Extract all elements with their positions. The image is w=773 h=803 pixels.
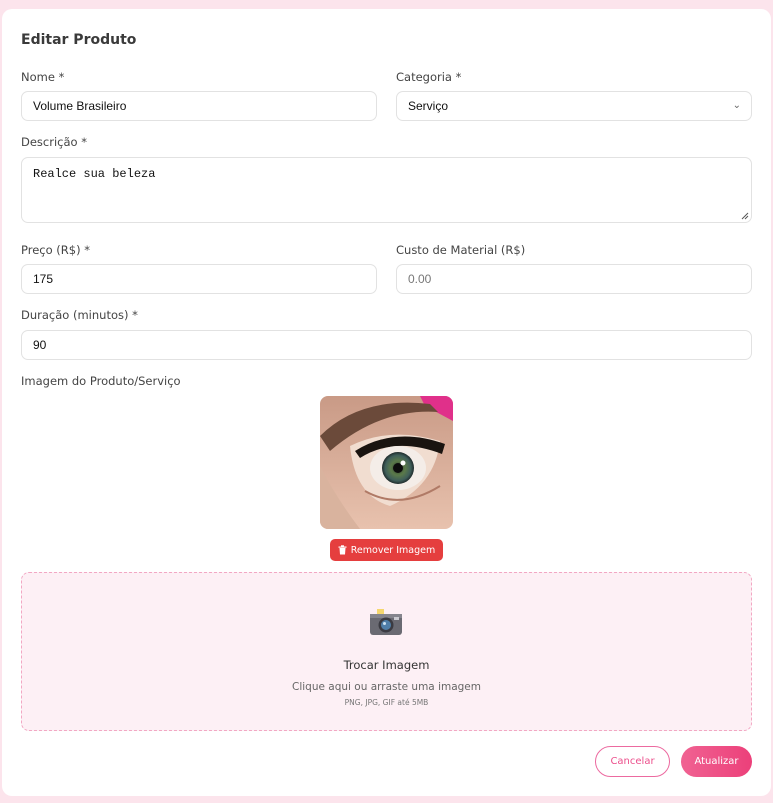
duracao-label: Duração (minutos) * <box>21 308 138 322</box>
categoria-select[interactable]: Serviço ⌄ <box>396 91 752 121</box>
dropzone-subtitle: Clique aqui ou arraste uma imagem <box>292 681 481 693</box>
preco-input[interactable]: 175 <box>21 264 377 294</box>
imagem-label: Imagem do Produto/Serviço <box>21 374 181 388</box>
categoria-label: Categoria * <box>396 70 462 84</box>
descricao-label: Descrição * <box>21 135 87 149</box>
resize-handle-icon[interactable] <box>741 212 749 220</box>
dropzone-hint: PNG, JPG, GIF até 5MB <box>344 698 429 707</box>
remove-image-button[interactable]: Remover Imagem <box>330 539 443 561</box>
categoria-value: Serviço <box>408 99 449 113</box>
product-image <box>320 396 453 529</box>
edit-product-card: Editar Produto Nome * Volume Brasileiro … <box>2 9 771 796</box>
nome-input[interactable]: Volume Brasileiro <box>21 91 377 121</box>
image-dropzone[interactable]: Trocar Imagem Clique aqui ou arraste uma… <box>21 572 752 731</box>
preco-label: Preço (R$) * <box>21 243 90 257</box>
descricao-value: Realce sua beleza <box>33 167 156 181</box>
update-button[interactable]: Atualizar <box>681 746 752 777</box>
custo-input[interactable]: 0.00 <box>396 264 752 294</box>
custo-label: Custo de Material (R$) <box>396 243 526 257</box>
trash-icon <box>338 545 347 555</box>
camera-icon <box>370 609 402 635</box>
remove-image-label: Remover Imagem <box>350 544 436 556</box>
form-title: Editar Produto <box>21 32 137 48</box>
dropzone-title: Trocar Imagem <box>343 658 430 672</box>
descricao-textarea[interactable]: Realce sua beleza <box>21 157 752 223</box>
cancel-button[interactable]: Cancelar <box>595 746 670 777</box>
chevron-down-icon: ⌄ <box>732 100 741 111</box>
duracao-input[interactable]: 90 <box>21 330 752 360</box>
nome-label: Nome * <box>21 70 65 84</box>
